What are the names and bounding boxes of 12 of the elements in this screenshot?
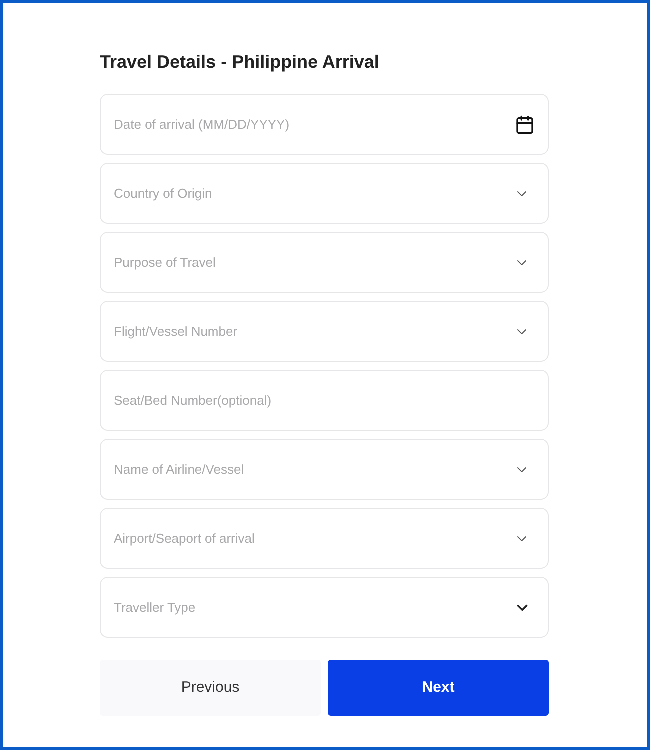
dropdown-field[interactable]: Flight/Vessel Number (100, 301, 549, 362)
dropdown-field[interactable]: Traveller Type (100, 577, 549, 638)
next-button[interactable]: Next (328, 660, 549, 716)
calendar-icon[interactable] (515, 114, 535, 134)
text-field[interactable]: Seat/Bed Number(optional) (100, 370, 549, 431)
dropdown-field[interactable]: Country of Origin (100, 163, 549, 224)
previous-button[interactable]: Previous (100, 660, 321, 716)
dropdown-field[interactable]: Purpose of Travel (100, 232, 549, 293)
form-title: Travel Details - Philippine Arrival (100, 51, 380, 74)
dropdown-field[interactable]: Airport/Seaport of arrival (100, 508, 549, 569)
date-field[interactable]: Date of arrival (MM/DD/YYYY) (100, 94, 549, 155)
dropdown-field[interactable]: Name of Airline/Vessel (100, 439, 549, 500)
